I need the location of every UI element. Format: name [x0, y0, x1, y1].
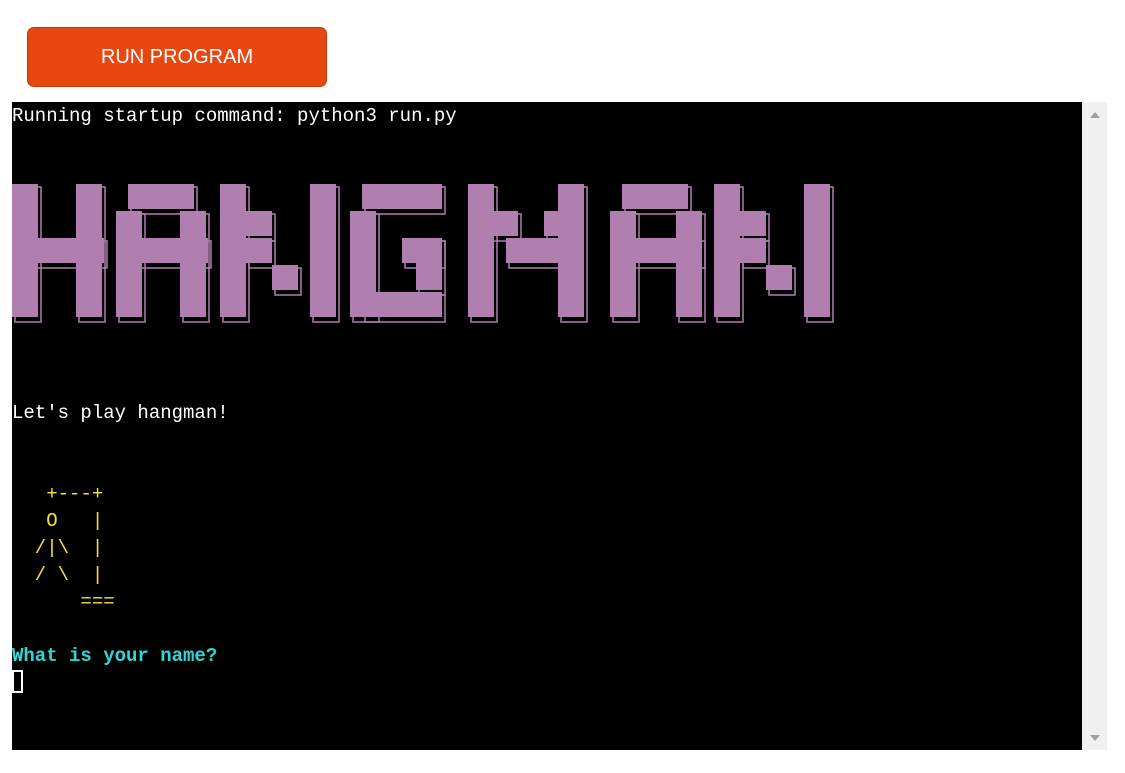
startup-command-line: Running startup command: python3 run.py [12, 105, 457, 127]
banner-block [804, 184, 830, 317]
gallows-line-5: === [12, 591, 115, 613]
triangle-up-icon[interactable] [1082, 102, 1107, 127]
terminal-scrollbar[interactable] [1082, 102, 1107, 750]
gallows-line-3: /|\ | [12, 537, 104, 559]
triangle-down-icon[interactable] [1082, 725, 1107, 750]
run-program-button[interactable]: RUN PROGRAM [27, 27, 327, 87]
terminal-output[interactable]: Running startup command: python3 run.py … [12, 102, 1082, 750]
input-cursor[interactable] [12, 670, 23, 693]
hangman-ascii-banner [12, 184, 834, 323]
banner-block [468, 184, 494, 317]
gallows-line-4: / \ | [12, 564, 104, 586]
name-prompt: What is your name? [12, 645, 218, 667]
greeting-line: Let's play hangman! [12, 402, 229, 424]
banner-block [310, 184, 336, 317]
banner-block [180, 211, 206, 317]
gallows-line-2: O | [12, 510, 104, 532]
banner-block [220, 184, 246, 317]
banner-block [610, 211, 636, 317]
banner-block [676, 211, 702, 317]
banner-block [76, 184, 102, 317]
gallows-line-1: +---+ [12, 483, 104, 505]
banner-block [714, 184, 740, 317]
banner-block [116, 211, 142, 317]
banner-block [558, 184, 584, 317]
